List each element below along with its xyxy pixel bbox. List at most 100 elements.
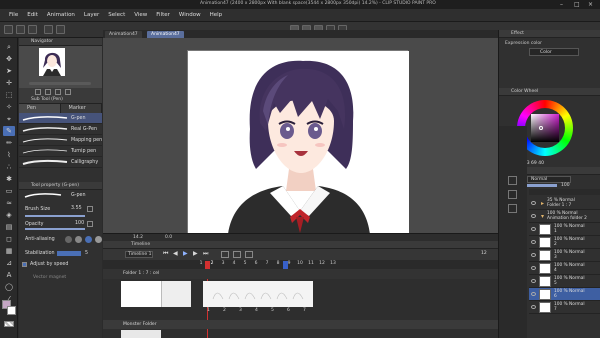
eraser-tool-icon[interactable]: ▭ [3,186,15,196]
brush-item-calligraphy[interactable]: Calligraphy [19,157,102,168]
pencil-tool-icon[interactable]: ✏ [3,138,15,148]
fps-readout[interactable]: 12 [481,251,487,256]
brush-tool-icon[interactable]: ⌇ [3,150,15,160]
antialias-high-icon[interactable] [95,236,102,243]
eye-icon[interactable] [531,214,536,218]
layer-opacity-value[interactable]: 100 [561,183,570,188]
rotate-icon[interactable] [65,89,71,95]
saturation-value-square[interactable] [531,114,559,142]
brush-item-real-g-pen[interactable]: Real G-Pen [19,124,102,135]
track-row-monster[interactable]: Monster Folder [103,320,498,329]
adjust-speed-checkbox[interactable] [22,262,27,267]
new-file-icon[interactable] [4,25,13,34]
antialias-medium-icon[interactable] [85,236,92,243]
menu-help[interactable]: Help [210,12,223,18]
rotation-readout[interactable]: 0.0 [165,235,172,240]
operation-tool-icon[interactable]: ➤ [3,66,15,76]
subtool-tab-marker[interactable]: Marker [60,104,102,113]
blend-mode-select[interactable]: Normal [527,176,571,183]
end-frame-marker[interactable] [283,261,288,269]
transparent-color-swatch[interactable] [4,321,14,327]
vector-magnet-row[interactable]: Vector magnet [19,272,102,283]
layer-row[interactable]: 100 % Normal 3 [529,249,600,262]
layer-row[interactable]: 100 % Normal 7 [529,301,600,314]
ruler-tool-icon[interactable]: ⊿ [3,258,15,268]
eye-icon[interactable] [531,227,536,231]
blend-tool-icon[interactable]: ≈ [3,198,15,208]
layer-row-selected[interactable]: 100 % Normal 6 [529,288,600,301]
fit-icon[interactable] [55,89,61,95]
brush-item-turnip-pen[interactable]: Turnip pen [19,146,102,157]
layer-row[interactable]: ▾ 100 % Normal Animation folder 2 [529,210,600,223]
first-frame-icon[interactable]: ⏮ [163,250,168,258]
subtool-tab-pen[interactable]: Pen [19,104,61,113]
undo-icon[interactable] [44,25,53,34]
layer-row[interactable]: 100 % Normal 5 [529,275,600,288]
decoration-tool-icon[interactable]: ✱ [3,174,15,184]
frame-ruler[interactable]: 1 2 3 4 5 6 7 8 9 10 11 12 13 [103,260,498,269]
save-icon[interactable] [28,25,37,34]
prev-frame-icon[interactable]: ◀ [173,250,178,257]
zoom-in-icon[interactable] [45,89,51,95]
pen-tool-icon[interactable]: ✎ [3,126,15,136]
eye-icon[interactable] [531,292,536,296]
opacity-stepper[interactable] [87,221,93,227]
eye-icon[interactable] [531,240,536,244]
close-icon[interactable]: × [588,1,593,8]
brush-size-row[interactable]: Brush Size 3.55 [19,204,102,215]
airbrush-tool-icon[interactable]: ∴ [3,162,15,172]
antialias-low-icon[interactable] [75,236,82,243]
brush-item-g-pen[interactable]: G-pen [19,113,102,124]
last-frame-icon[interactable]: ⏭ [203,250,208,258]
cel-strip[interactable] [203,281,313,307]
balloon-tool-icon[interactable]: ◯ [3,282,15,292]
new-layer-icon[interactable] [508,190,517,199]
opacity-slider[interactable] [25,228,85,230]
layer-row[interactable]: 100 % Normal 1 [529,223,600,236]
antialias-row[interactable]: Anti-aliasing [19,234,102,245]
maximize-icon[interactable]: □ [574,1,580,8]
canvas-tab-2[interactable]: Animation47 [147,31,184,38]
zoom-tool-icon[interactable]: ⌕ [3,42,15,52]
layer-opacity-slider[interactable] [527,184,557,187]
zoom-out-icon[interactable] [35,89,41,95]
layer-property-icon[interactable] [508,176,517,185]
redo-icon[interactable] [56,25,65,34]
menu-window[interactable]: Window [179,12,201,18]
menu-animation[interactable]: Animation [47,12,75,18]
expression-color-select[interactable]: Color [529,48,579,56]
delete-layer-icon[interactable] [508,204,517,213]
next-frame-icon[interactable]: ▶ [193,250,198,257]
move-layer-tool-icon[interactable]: ✛ [3,78,15,88]
cel-thumbnail-b[interactable] [161,281,191,307]
menu-edit[interactable]: Edit [27,12,38,18]
play-icon[interactable]: ▶ [183,250,188,257]
brush-size-slider[interactable] [25,215,85,217]
cel-thumbnail-a[interactable] [121,281,161,307]
open-file-icon[interactable] [16,25,25,34]
eye-icon[interactable] [531,279,536,283]
layer-row[interactable]: 100 % Normal 4 [529,262,600,275]
stabilization-slider[interactable] [57,251,81,256]
eye-icon[interactable] [531,305,536,309]
brush-size-stepper[interactable] [87,206,93,212]
new-cel-icon[interactable] [221,251,229,258]
auto-select-tool-icon[interactable]: ✧ [3,102,15,112]
fill-tool-icon[interactable]: ◈ [3,210,15,220]
layer-row[interactable]: ▸ 35 % Normal Folder 1 : 7 [529,197,600,210]
brush-item-mapping-pen[interactable]: Mapping pen [19,135,102,146]
menu-file[interactable]: File [9,12,18,18]
frame-border-tool-icon[interactable]: ▦ [3,246,15,256]
stabilization-row[interactable]: Stabilization 5 [19,248,102,259]
gradient-tool-icon[interactable]: ▤ [3,222,15,232]
menu-select[interactable]: Select [108,12,125,18]
adjust-speed-row[interactable]: Adjust by speed [19,259,102,270]
color-picker-handle[interactable] [539,126,543,130]
canvas-tab-1[interactable]: Animation47 [105,31,142,38]
canvas[interactable] [187,50,409,234]
timeline-name-select[interactable]: Timeline 1 [125,251,153,258]
specify-cel-icon[interactable] [233,251,241,258]
antialias-none-icon[interactable] [65,236,72,243]
sub-color-swatch[interactable] [7,306,16,315]
text-tool-icon[interactable]: A [3,270,15,280]
